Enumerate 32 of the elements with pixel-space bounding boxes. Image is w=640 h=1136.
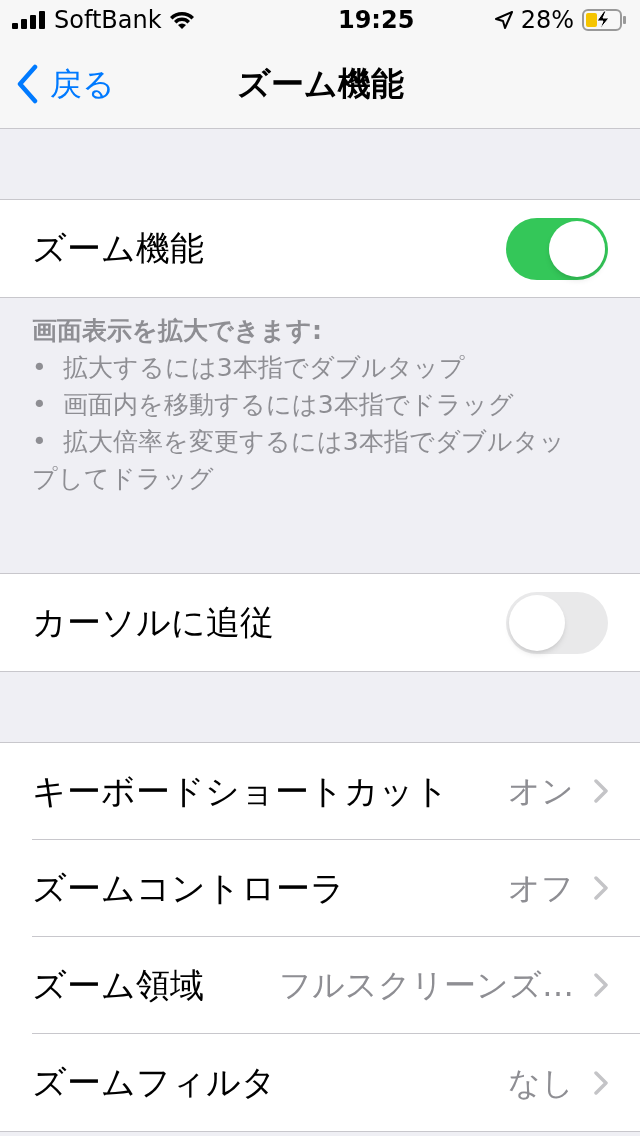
row-label: カーソルに追従 bbox=[32, 601, 274, 644]
chevron-right-icon bbox=[594, 973, 608, 997]
settings-row[interactable]: ズーム領域 フルスクリーンズ… bbox=[32, 937, 640, 1034]
row-value: なし bbox=[508, 1062, 574, 1104]
row-label: ズーム機能 bbox=[32, 227, 204, 270]
row-value: オフ bbox=[508, 868, 574, 909]
carrier-name: SoftBank bbox=[54, 5, 162, 36]
row-label: キーボードショートカット bbox=[32, 769, 449, 813]
row-label: ズームコントローラ bbox=[32, 866, 345, 910]
bullet-text: • 画面内を移動するには3本指でドラッグ bbox=[32, 389, 515, 421]
chevron-right-icon bbox=[594, 1070, 608, 1095]
row-value: フルスクリーンズ… bbox=[279, 965, 574, 1006]
back-button[interactable]: 戻る bbox=[16, 60, 115, 108]
chevron-right-icon bbox=[594, 779, 608, 803]
wifi-icon bbox=[169, 11, 194, 29]
settings-row[interactable]: キーボードショートカット オン bbox=[32, 743, 640, 840]
row-label: ズーム領域 bbox=[32, 963, 204, 1007]
page-title: ズーム機能 bbox=[236, 63, 404, 106]
bullet-text: • 拡大するには3本指でダブルタップ bbox=[32, 352, 466, 384]
location-arrow-icon bbox=[494, 11, 513, 29]
charging-battery-icon bbox=[582, 9, 628, 31]
settings-row[interactable]: ズームフィルタ なし bbox=[32, 1034, 640, 1131]
row-value: オン bbox=[508, 771, 574, 812]
clock-time: 19:25 bbox=[337, 5, 415, 36]
row-label: ズームフィルタ bbox=[32, 1061, 276, 1104]
settings-row[interactable]: ズームコントローラ オフ bbox=[32, 840, 640, 937]
bullet-text: • 拡大倍率を変更するには3本指でダブルタップしてドラッグ bbox=[32, 426, 566, 495]
battery-percent: 28% bbox=[520, 5, 574, 36]
footer-heading: 画面表示を拡大できます: bbox=[32, 315, 323, 347]
chevron-right-icon bbox=[594, 876, 608, 900]
back-chevron-icon bbox=[16, 64, 38, 104]
signal-icon bbox=[12, 11, 46, 29]
